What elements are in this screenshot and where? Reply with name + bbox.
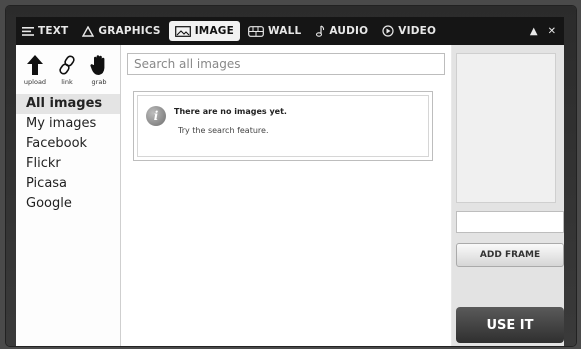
upload-button[interactable]: upload [22, 53, 48, 86]
tab-label: AUDIO [329, 25, 369, 37]
tab-bar: TEXT GRAPHICS IMAGE WALL AUDIO VIDEO ▲ ✕ [16, 17, 564, 45]
tab-label: WALL [267, 25, 302, 37]
link-icon [57, 53, 77, 77]
tab-label: IMAGE [194, 25, 234, 37]
tool-label: link [61, 78, 73, 86]
play-circle-icon [382, 25, 394, 37]
source-google[interactable]: Google [16, 194, 120, 214]
source-picasa[interactable]: Picasa [16, 174, 120, 194]
search-input[interactable] [127, 53, 445, 75]
tab-wall[interactable]: WALL [242, 21, 307, 41]
image-icon [174, 25, 191, 37]
tool-label: grab [91, 78, 107, 86]
source-sidebar: upload link grab All images My images Fa… [16, 45, 121, 346]
tab-text[interactable]: TEXT [16, 21, 74, 41]
close-icon[interactable]: ✕ [548, 26, 556, 37]
tab-label: VIDEO [398, 25, 437, 37]
empty-state-title: There are no images yet. [174, 107, 287, 116]
tab-video[interactable]: VIDEO [376, 21, 442, 41]
tool-label: upload [23, 78, 47, 86]
frame-panel: ADD FRAME USE IT [452, 45, 564, 346]
empty-state-subtitle: Try the search feature. [178, 126, 269, 135]
frame-name-field[interactable] [456, 211, 564, 233]
tab-label: TEXT [38, 25, 69, 37]
source-facebook[interactable]: Facebook [16, 134, 120, 154]
hand-icon [89, 53, 109, 77]
wall-icon [248, 25, 264, 37]
tab-audio[interactable]: AUDIO [309, 21, 374, 41]
tab-graphics[interactable]: GRAPHICS [76, 21, 166, 41]
image-results: i There are no images yet. Try the searc… [121, 45, 451, 346]
info-icon: i [146, 106, 166, 126]
tool-row: upload link grab [16, 45, 120, 86]
music-note-icon [315, 25, 325, 37]
tab-label: GRAPHICS [98, 25, 161, 37]
empty-state: i There are no images yet. Try the searc… [133, 91, 433, 161]
window-controls: ▲ ✕ [530, 26, 564, 37]
text-lines-icon [22, 26, 34, 36]
source-flickr[interactable]: Flickr [16, 154, 120, 174]
collapse-icon[interactable]: ▲ [530, 26, 538, 37]
image-panel: upload link grab All images My images Fa… [16, 45, 564, 346]
grab-button[interactable]: grab [86, 53, 112, 86]
upload-arrow-icon [26, 53, 44, 77]
source-list: All images My images Facebook Flickr Pic… [16, 94, 120, 214]
link-button[interactable]: link [54, 53, 80, 86]
image-preview [456, 53, 556, 203]
add-frame-button[interactable]: ADD FRAME [456, 243, 564, 267]
source-all-images[interactable]: All images [16, 94, 120, 114]
triangle-icon [82, 25, 95, 37]
use-it-button[interactable]: USE IT [456, 307, 564, 343]
tab-image[interactable]: IMAGE [168, 21, 240, 41]
source-my-images[interactable]: My images [16, 114, 120, 134]
